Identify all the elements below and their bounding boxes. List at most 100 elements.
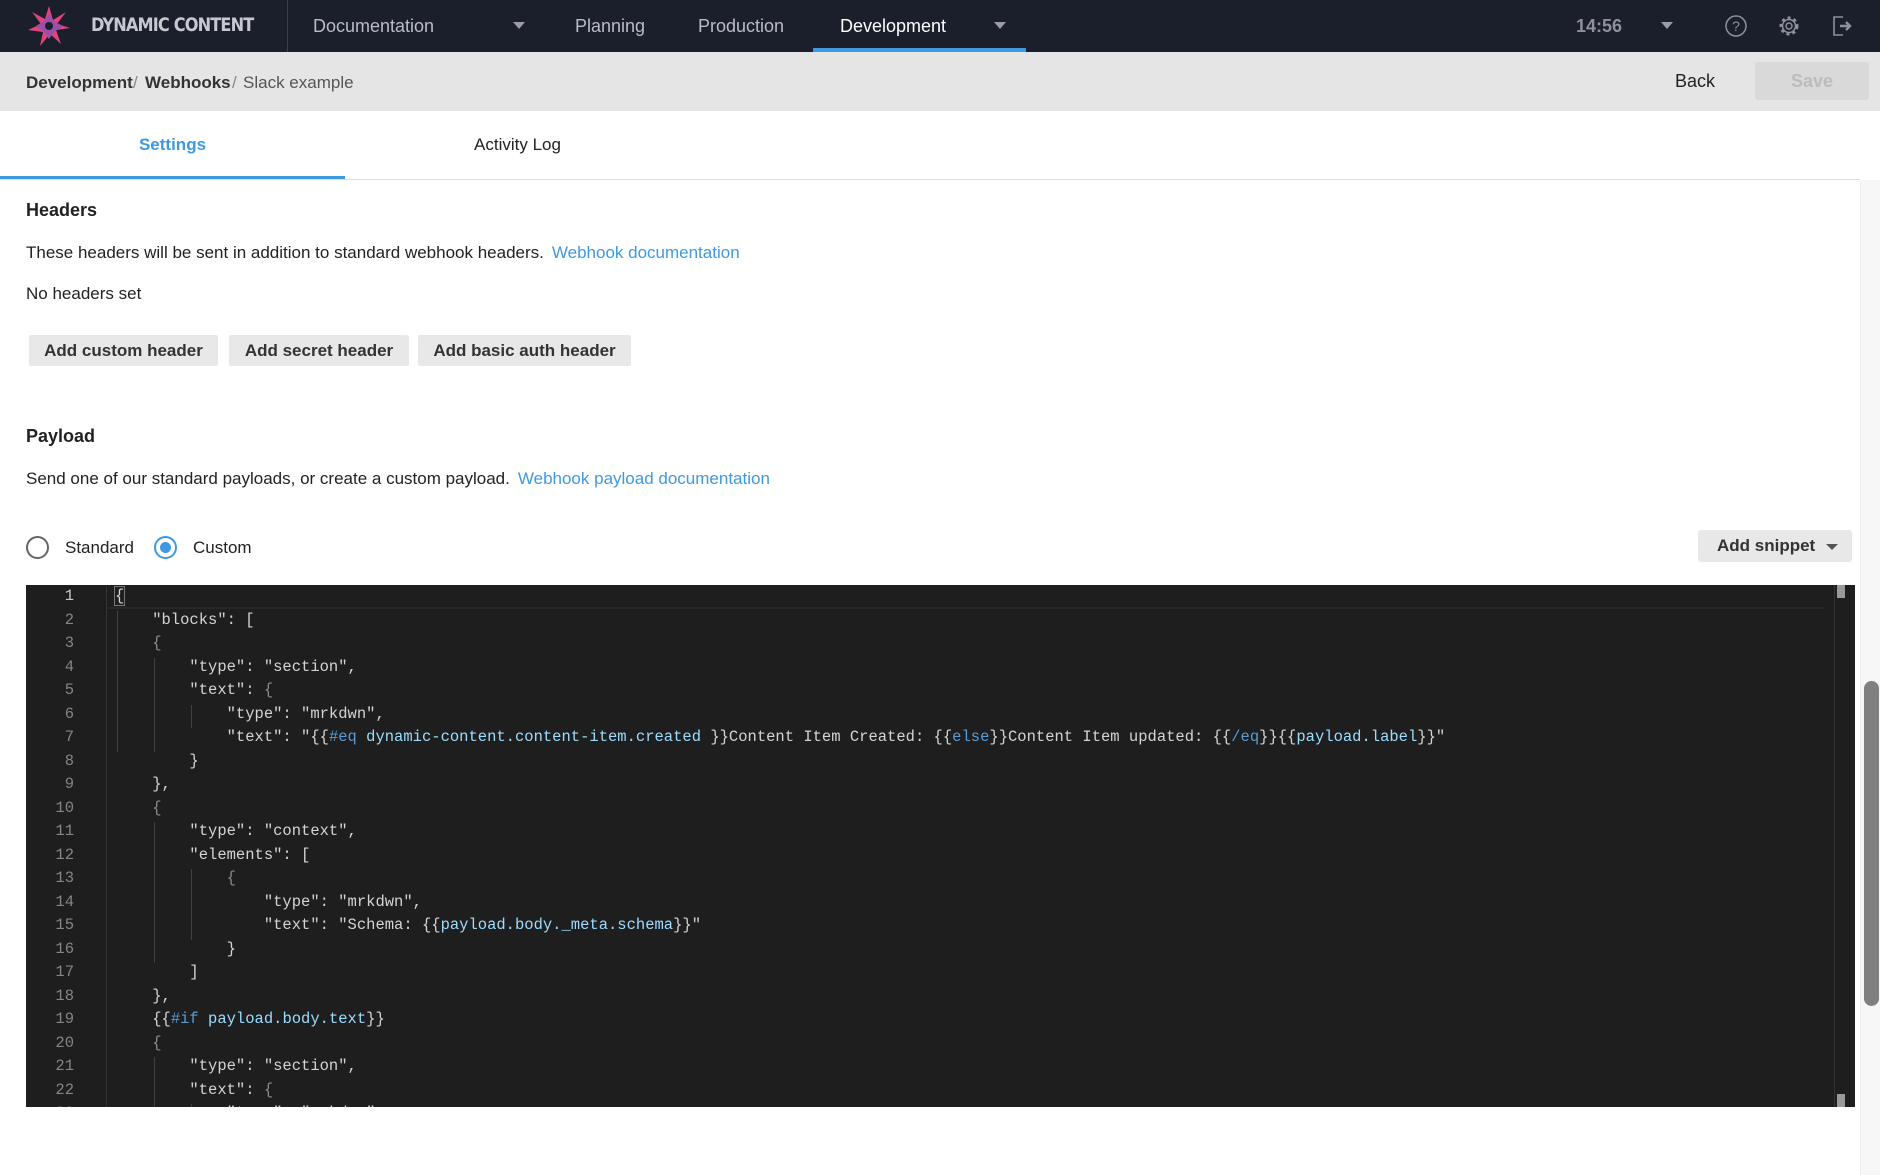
line-number: 22 [55,1080,74,1099]
breadcrumb-current: Slack example [243,73,354,92]
code-line: { [115,1034,161,1058]
code-line: "type": "section", [115,658,356,682]
breadcrumb-webhooks[interactable]: Webhooks [145,73,231,93]
line-number: 21 [55,1057,74,1075]
tab-activity-log[interactable]: Activity Log [345,111,690,179]
line-number: 20 [55,1033,74,1052]
headers-heading: Headers [26,200,98,220]
code-token: { [115,869,236,887]
code-token: { [115,634,162,652]
breadcrumb-separator: / [232,73,237,92]
editor-scrollbar[interactable] [1834,585,1835,1107]
code-line: "text": { [115,681,273,705]
page-scrollbar[interactable] [1860,180,1880,1175]
top-navigation: DYNAMIC CONTENT Documentation Planning P… [0,0,1880,52]
add-snippet-button[interactable]: Add snippet [1698,530,1852,562]
dynamic-content-logo-icon[interactable] [28,6,70,46]
chevron-down-icon [1826,544,1838,550]
add-custom-header-button[interactable]: Add custom header [29,335,218,366]
code-line: {{#if payload.body.text}} [115,1010,385,1034]
code-editor[interactable]: 1234567891011121314151617181920212223 { … [26,585,1855,1107]
indent-guide [191,1104,193,1107]
line-number-gutter: 1234567891011121314151617181920212223 [26,585,107,1107]
page-scrollbar-thumb[interactable] [1864,681,1879,1006]
code-token: { [263,1080,274,1099]
nav-production[interactable]: Production [698,16,784,37]
tab-settings[interactable]: Settings [0,111,345,179]
code-token: }}" [1417,728,1446,746]
code-token: "type": "mrkdwn", [115,892,422,911]
code-token: }} [366,1010,385,1028]
chevron-down-icon[interactable] [1661,22,1673,29]
nav-development[interactable]: Development [840,16,946,37]
back-button[interactable]: Back [1675,71,1715,92]
time-display[interactable]: 14:56 [1576,16,1622,37]
code-line: "text": { [115,1081,273,1105]
code-token: "type": "context", [115,822,357,840]
add-basic-auth-header-button[interactable]: Add basic auth header [418,335,631,366]
standard-radio[interactable] [26,536,49,559]
standard-radio-label[interactable]: Standard [65,538,134,558]
code-token: }}Content Item updated: {{ [989,728,1232,746]
scroll-marker-top [1837,585,1845,598]
line-number: 10 [55,798,74,817]
code-token: ] [115,963,199,981]
indent-guide [191,704,193,728]
help-icon[interactable]: ? [1723,13,1749,39]
line-number: 18 [55,986,74,1005]
code-line: { [115,798,162,823]
code-token: "text": [115,681,264,699]
breadcrumb-development[interactable]: Development [26,73,133,93]
code-token: }}Content Item Created: {{ [701,728,953,746]
tab-bar: Settings Activity Log [0,111,1860,180]
indent-guide [154,822,156,963]
code-keyword: /eq [1231,728,1260,746]
divider [287,0,288,52]
code-line: "type": "mrkdwn", [115,705,385,729]
line-number: 9 [64,775,74,793]
code-token: "text": "Schema: {{ [115,916,441,934]
chevron-down-icon[interactable] [513,22,525,29]
line-number: 2 [64,610,74,629]
line-number: 3 [64,634,74,652]
indent-guide [191,869,193,940]
nav-documentation[interactable]: Documentation [313,16,434,37]
code-line: "type": "section", [115,1057,357,1081]
line-number: 11 [55,822,74,840]
add-secret-header-button[interactable]: Add secret header [229,335,409,366]
headers-description-text: These headers will be sent in addition t… [26,243,544,262]
breadcrumb-separator: / [133,73,138,92]
indent-guide [117,610,118,752]
code-token: {{ [115,1010,171,1028]
line-number: 7 [64,728,74,746]
svg-text:?: ? [1732,18,1740,34]
line-number: 4 [64,657,74,676]
code-token: }, [115,775,171,793]
payload-description-text: Send one of our standard payloads, or cr… [26,469,510,488]
code-token: "type": "section", [115,1057,357,1075]
nav-planning[interactable]: Planning [575,16,645,37]
custom-radio[interactable] [154,536,177,559]
code-variable: dynamic-content.content-item.created [366,728,702,746]
webhook-payload-documentation-link[interactable]: Webhook payload documentation [518,469,770,488]
payload-heading: Payload [26,426,96,446]
code-line: "text": "{{#eq dynamic-content.content-i… [115,728,1446,752]
code-token: { [115,798,162,817]
code-line: { [115,634,162,658]
scroll-marker-bottom [1837,1094,1845,1107]
webhook-documentation-link[interactable]: Webhook documentation [552,243,740,262]
custom-radio-label[interactable]: Custom [193,538,252,558]
code-token: { [113,586,126,606]
code-token: "text": "{{ [115,728,329,746]
indent-guide [154,1057,156,1107]
code-line: } [115,940,236,964]
gear-icon[interactable] [1776,13,1802,39]
code-line: }, [115,987,171,1011]
chevron-down-icon[interactable] [994,22,1006,29]
save-button[interactable]: Save [1755,62,1869,100]
code-token: }}" [673,916,702,934]
code-keyword: #if [170,1010,199,1028]
code-line: ] [115,963,199,987]
logout-icon[interactable] [1829,13,1855,39]
code-line: "type": "mrkdwn", [115,1104,385,1107]
